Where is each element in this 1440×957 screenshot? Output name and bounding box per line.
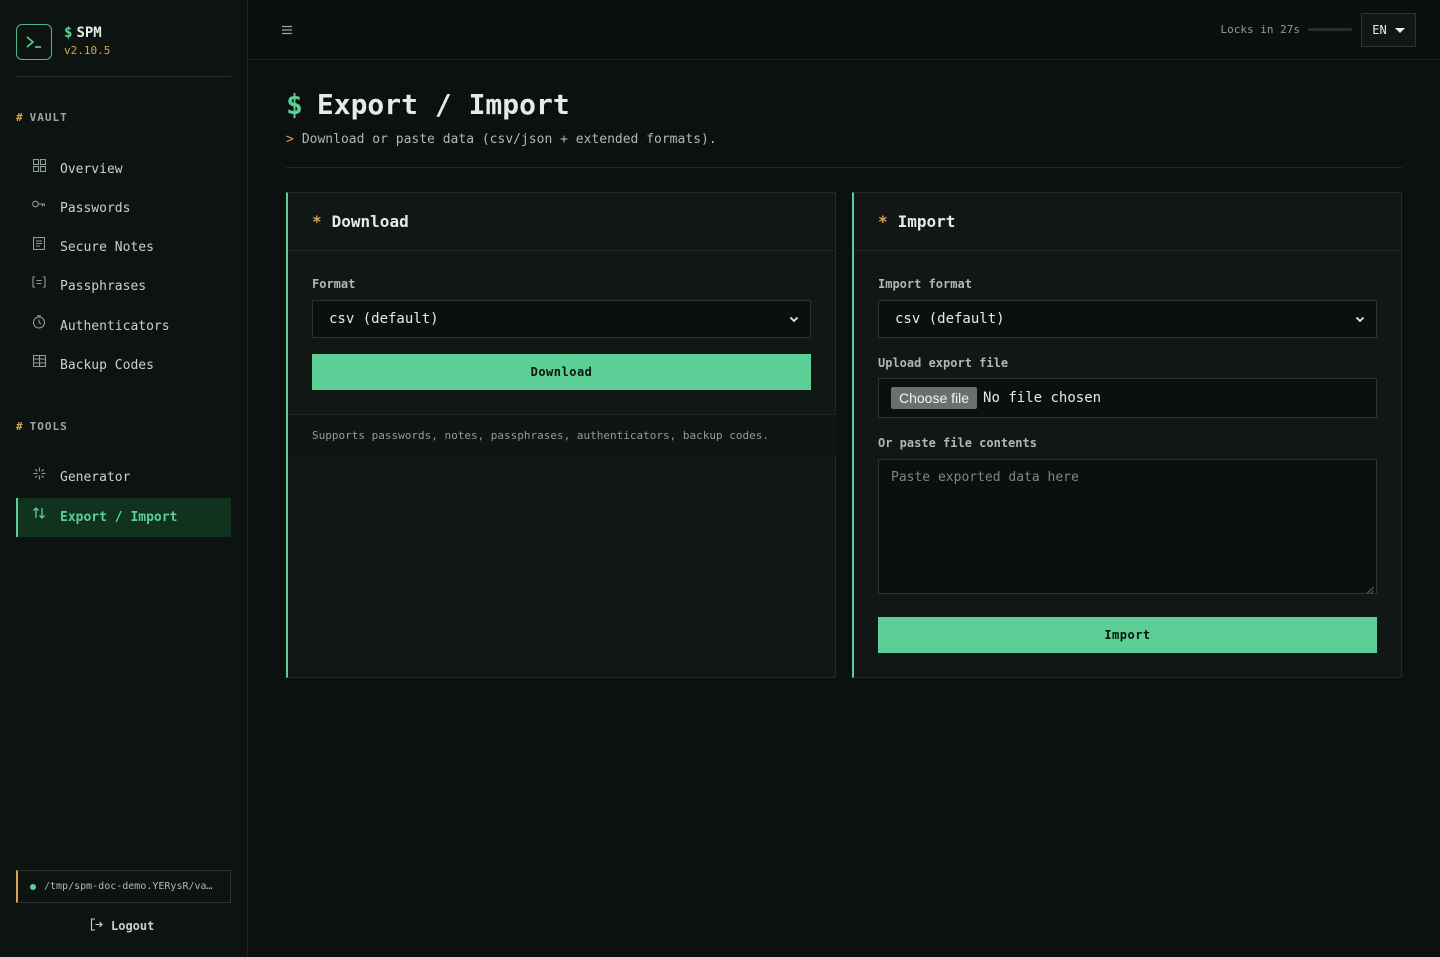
menu-icon[interactable] xyxy=(280,22,294,36)
upload-file-input[interactable]: Choose file No file chosen xyxy=(878,378,1377,418)
upload-label: Upload export file xyxy=(878,356,1009,370)
divider xyxy=(286,167,1402,168)
section-title-vault: # VAULT xyxy=(16,111,68,124)
sidebar-item-label: Export / Import xyxy=(60,510,178,525)
download-button[interactable]: Download xyxy=(312,354,811,390)
sidebar-item-backup-codes[interactable]: Backup Codes xyxy=(16,346,231,385)
page-title: $ Export / Import xyxy=(286,88,570,121)
caret-down-icon xyxy=(1394,27,1405,33)
grid-icon xyxy=(32,158,46,172)
language-select[interactable]: EN xyxy=(1361,13,1416,47)
terminal-logo-icon xyxy=(16,24,52,60)
sidebar-item-label: Passphrases xyxy=(60,279,147,294)
clock-icon xyxy=(32,315,46,329)
sidebar-item-overview[interactable]: Overview xyxy=(16,150,231,189)
import-format-select[interactable]: csv (default) xyxy=(878,300,1377,338)
auto-lock-status: Locks in 27s xyxy=(1221,21,1352,37)
paste-textarea[interactable]: Paste exported data here xyxy=(878,459,1377,594)
sidebar-item-export-import[interactable]: Export / Import xyxy=(16,498,231,537)
logout-icon xyxy=(90,918,103,934)
import-card-title: * Import xyxy=(854,193,1401,251)
sidebar-item-label: Backup Codes xyxy=(60,358,154,373)
sparkle-icon xyxy=(32,466,46,480)
paste-placeholder: Paste exported data here xyxy=(891,470,1079,485)
lock-countdown-text: Locks in 27s xyxy=(1220,22,1300,36)
import-format-label: Import format xyxy=(878,277,972,291)
file-status-text: No file chosen xyxy=(983,390,1102,406)
sidebar-item-label: Passwords xyxy=(60,201,131,216)
status-dot-icon xyxy=(30,883,36,890)
language-value: EN xyxy=(1372,23,1387,37)
choose-file-button[interactable]: Choose file xyxy=(891,387,978,409)
sidebar-item-label: Authenticators xyxy=(60,319,170,334)
import-card: * Import Import format csv (default) Uplo… xyxy=(852,192,1402,678)
lock-progress-bar xyxy=(1308,27,1352,31)
download-supports-note: Supports passwords, notes, passphrases, … xyxy=(288,414,836,456)
topbar: Locks in 27s EN xyxy=(248,0,1440,60)
import-button[interactable]: Import xyxy=(878,617,1377,653)
sidebar-item-label: Secure Notes xyxy=(60,240,154,255)
section-title-tools: # TOOLS xyxy=(16,420,68,433)
vault-path-text: /tmp/spm-doc-demo.YERysR/va… xyxy=(44,881,213,892)
sidebar-item-secure-notes[interactable]: Secure Notes xyxy=(16,228,231,267)
brand: $ SPM v2.10.5 xyxy=(16,24,231,77)
arrows-updown-icon xyxy=(32,506,46,520)
vault-path-indicator: /tmp/spm-doc-demo.YERysR/va… xyxy=(16,870,231,903)
logout-button[interactable]: Logout xyxy=(90,916,154,936)
note-icon xyxy=(32,236,46,250)
sidebar-item-authenticators[interactable]: Authenticators xyxy=(16,307,231,346)
download-format-value: csv (default) xyxy=(329,311,439,327)
paste-label: Or paste file contents xyxy=(878,436,1037,450)
chevron-down-icon xyxy=(788,313,800,325)
bracket-icon xyxy=(32,275,46,289)
format-label: Format xyxy=(312,277,356,291)
sidebar-item-passwords[interactable]: Passwords xyxy=(16,189,231,228)
app-name: $ SPM xyxy=(64,25,102,41)
app-version: v2.10.5 xyxy=(64,44,111,57)
download-format-select[interactable]: csv (default) xyxy=(312,300,811,338)
chevron-down-icon xyxy=(1354,313,1366,325)
sidebar-item-label: Overview xyxy=(60,162,123,177)
page-subtitle: > Download or paste data (csv/json + exte… xyxy=(286,132,717,147)
table-icon xyxy=(32,354,46,368)
sidebar-item-passphrases[interactable]: Passphrases xyxy=(16,267,231,306)
download-card: * Download Format csv (default) Download … xyxy=(286,192,836,678)
sidebar-item-generator[interactable]: Generator xyxy=(16,458,231,497)
resize-handle-icon[interactable] xyxy=(1366,583,1374,594)
key-icon xyxy=(32,197,46,211)
import-format-value: csv (default) xyxy=(895,311,1005,327)
logout-label: Logout xyxy=(111,919,155,933)
sidebar: $ SPM v2.10.5 # VAULT Overview Passwords S… xyxy=(0,0,248,957)
download-card-title: * Download xyxy=(288,193,835,251)
sidebar-item-label: Generator xyxy=(60,470,131,485)
